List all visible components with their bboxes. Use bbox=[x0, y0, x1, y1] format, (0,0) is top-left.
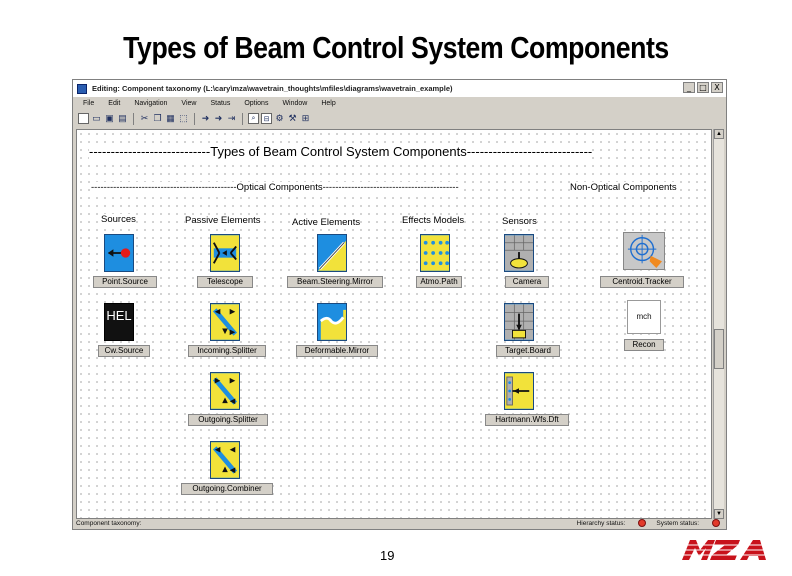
hierarchy-status-label: Hierarchy status: bbox=[576, 519, 626, 527]
optical-components-heading: ----------------------------------------… bbox=[91, 182, 459, 193]
system-status-label: System status: bbox=[656, 519, 699, 527]
column-active-elements: Active Elements bbox=[292, 217, 361, 228]
menu-file[interactable]: File bbox=[83, 100, 94, 107]
page-number: 19 bbox=[380, 548, 395, 563]
arrow-right-icon[interactable]: ➜ bbox=[213, 113, 224, 124]
new-icon[interactable] bbox=[78, 113, 89, 124]
minimize-button[interactable]: _ bbox=[683, 82, 695, 93]
menu-edit[interactable]: Edit bbox=[108, 100, 120, 107]
menu-options[interactable]: Options bbox=[244, 100, 268, 107]
app-icon bbox=[77, 83, 87, 94]
beam-steering-mirror-label[interactable]: Beam.Steering.Mirror bbox=[287, 276, 383, 288]
atmo-path-icon[interactable] bbox=[420, 234, 450, 272]
window-title: Editing: Component taxonomy (L:\cary\mza… bbox=[92, 84, 453, 93]
incoming-splitter-icon[interactable] bbox=[210, 303, 240, 341]
slide-title: Types of Beam Control System Components bbox=[123, 30, 669, 65]
point-source-icon[interactable] bbox=[104, 234, 134, 272]
cw-source-label[interactable]: Cw.Source bbox=[98, 345, 150, 357]
arrow-right-icon[interactable]: ➜ bbox=[200, 113, 211, 124]
outgoing-splitter-label[interactable]: Outgoing.Splitter bbox=[188, 414, 268, 426]
menu-view[interactable]: View bbox=[181, 100, 196, 107]
maximize-button[interactable]: □ bbox=[697, 82, 709, 93]
deformable-mirror-label[interactable]: Deformable.Mirror bbox=[296, 345, 378, 357]
mza-logo bbox=[682, 540, 774, 560]
window-titlebar[interactable]: Editing: Component taxonomy (L:\cary\mza… bbox=[73, 80, 726, 97]
print-icon[interactable]: ▤ bbox=[117, 113, 128, 124]
system-status-indicator bbox=[712, 519, 720, 527]
non-optical-components-heading: Non-Optical Components bbox=[570, 182, 677, 193]
recon-text: mch bbox=[636, 312, 652, 321]
menubar: File Edit Navigation View Status Options… bbox=[73, 97, 726, 109]
outgoing-combiner-label[interactable]: Outgoing.Combiner bbox=[181, 483, 273, 495]
save-icon[interactable]: ▣ bbox=[104, 113, 115, 124]
scroll-up-arrow-icon[interactable]: ▲ bbox=[714, 129, 724, 139]
toolbar: ▭ ▣ ▤ ✂ ❐ ▦ ⬚ ➜ ➜ ⇥ ⌕ ⊟ ⚙ ⚒ ⊞ bbox=[75, 110, 355, 127]
hierarchy-status-indicator bbox=[638, 519, 647, 527]
open-icon[interactable]: ▭ bbox=[91, 113, 102, 124]
camera-label[interactable]: Camera bbox=[505, 276, 549, 288]
incoming-splitter-label[interactable]: Incoming.Splitter bbox=[188, 345, 266, 357]
camera-icon[interactable] bbox=[504, 234, 534, 272]
recon-icon[interactable]: mch bbox=[627, 300, 661, 334]
column-sources: Sources bbox=[101, 214, 136, 225]
diagram-heading: ----------------------------Types of Bea… bbox=[89, 144, 593, 159]
diagram-canvas[interactable]: ----------------------------Types of Bea… bbox=[76, 129, 712, 519]
menu-status[interactable]: Status bbox=[210, 100, 230, 107]
toolbar-divider bbox=[194, 112, 195, 125]
grid-icon[interactable]: ⊞ bbox=[300, 113, 311, 124]
target-board-icon[interactable] bbox=[504, 303, 534, 341]
cut-icon[interactable]: ✂ bbox=[139, 113, 150, 124]
toolbar-divider bbox=[242, 112, 243, 125]
cw-source-icon[interactable]: HEL bbox=[104, 303, 134, 341]
atmo-path-label[interactable]: Atmo.Path bbox=[416, 276, 462, 288]
select-icon[interactable]: ⬚ bbox=[178, 113, 189, 124]
telescope-label[interactable]: Telescope bbox=[197, 276, 253, 288]
zoom-out-icon[interactable]: ⊟ bbox=[261, 113, 272, 124]
toolbar-divider bbox=[133, 112, 134, 125]
outgoing-combiner-icon[interactable] bbox=[210, 441, 240, 479]
outgoing-splitter-icon[interactable] bbox=[210, 372, 240, 410]
beam-steering-mirror-icon[interactable] bbox=[317, 234, 347, 272]
copy-icon[interactable]: ❐ bbox=[152, 113, 163, 124]
connect-icon[interactable]: ⇥ bbox=[226, 113, 237, 124]
telescope-icon[interactable] bbox=[210, 234, 240, 272]
menu-navigation[interactable]: Navigation bbox=[134, 100, 167, 107]
menu-help[interactable]: Help bbox=[321, 100, 335, 107]
editor-window: Editing: Component taxonomy (L:\cary\mza… bbox=[72, 79, 727, 530]
hartmann-wfs-dft-icon[interactable] bbox=[504, 372, 534, 410]
column-sensors: Sensors bbox=[502, 216, 537, 227]
paste-icon[interactable]: ▦ bbox=[165, 113, 176, 124]
wrench-icon[interactable]: ⚒ bbox=[287, 113, 298, 124]
status-component-taxonomy: Component taxonomy: bbox=[76, 520, 142, 527]
centroid-tracker-icon[interactable] bbox=[623, 232, 665, 270]
column-passive-elements: Passive Elements bbox=[185, 215, 261, 226]
column-effects-models: Effects Models bbox=[402, 215, 465, 226]
vertical-scrollbar[interactable]: ▲ ▼ bbox=[713, 129, 724, 519]
statusbar: Component taxonomy: Hierarchy status: Sy… bbox=[73, 517, 726, 529]
hartmann-wfs-dft-label[interactable]: Hartmann.Wfs.Dft bbox=[485, 414, 569, 426]
run-icon[interactable]: ⚙ bbox=[274, 113, 285, 124]
centroid-tracker-label[interactable]: Centroid.Tracker bbox=[600, 276, 684, 288]
target-board-label[interactable]: Target.Board bbox=[496, 345, 560, 357]
scroll-thumb[interactable] bbox=[714, 329, 724, 369]
zoom-icon[interactable]: ⌕ bbox=[248, 113, 259, 124]
menu-window[interactable]: Window bbox=[282, 100, 307, 107]
recon-label[interactable]: Recon bbox=[624, 339, 664, 351]
point-source-label[interactable]: Point.Source bbox=[93, 276, 157, 288]
deformable-mirror-icon[interactable] bbox=[317, 303, 347, 341]
close-button[interactable]: X bbox=[711, 82, 723, 93]
hel-text: HEL bbox=[106, 308, 132, 323]
